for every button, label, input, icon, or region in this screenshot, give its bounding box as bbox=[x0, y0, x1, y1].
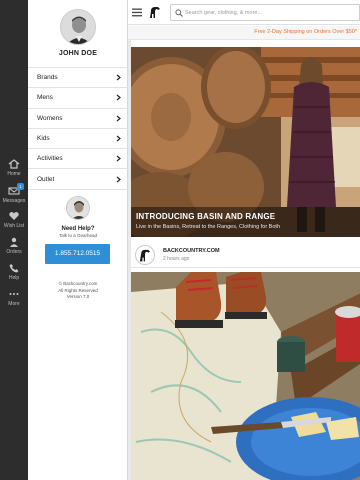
menu-item-label: Outlet bbox=[37, 175, 55, 183]
rail-item-orders[interactable]: Orders bbox=[0, 237, 28, 255]
chevron-right-icon bbox=[116, 176, 121, 183]
search-input[interactable] bbox=[185, 7, 355, 19]
top-bar bbox=[128, 0, 360, 25]
gearhead-photo-icon bbox=[67, 197, 89, 219]
home-icon bbox=[8, 159, 20, 169]
menu-item-womens[interactable]: Womens bbox=[28, 109, 128, 129]
version-text: Version 7.0 bbox=[66, 294, 90, 299]
need-help-heading: Need Help? bbox=[61, 226, 95, 232]
rail-label-more: More bbox=[8, 301, 20, 307]
menu-item-mens[interactable]: Mens bbox=[28, 88, 128, 109]
category-menu: Brands Mens Womens Kids Activities Outle… bbox=[28, 67, 128, 190]
menu-item-activities[interactable]: Activities bbox=[28, 149, 128, 170]
rail-label-help: Help bbox=[8, 275, 20, 281]
post-photo[interactable] bbox=[131, 272, 360, 480]
gearhead-avatar bbox=[66, 196, 90, 220]
goat-logo-icon[interactable] bbox=[148, 5, 162, 19]
chevron-right-icon bbox=[116, 135, 121, 142]
hero-caption: INTRODUCING BASIN AND RANGE Live in the … bbox=[131, 207, 360, 237]
messages-badge: 1 bbox=[17, 183, 24, 190]
post-author: BACKCOUNTRY.COM bbox=[163, 248, 220, 254]
menu-item-label: Brands bbox=[37, 74, 58, 82]
post-photo-image bbox=[131, 272, 360, 480]
hero-banner[interactable]: INTRODUCING BASIN AND RANGE Live in the … bbox=[131, 47, 360, 237]
heart-icon bbox=[9, 212, 19, 220]
rail-label-home: Home bbox=[7, 171, 21, 177]
main-content: Free 2-Day Shipping on Orders Over $50* bbox=[128, 0, 360, 480]
post-header[interactable]: BACKCOUNTRY.COM 2 hours ago bbox=[131, 242, 360, 268]
rail-label-orders: Orders bbox=[6, 249, 22, 255]
phone-icon bbox=[9, 264, 19, 273]
username: JOHN DOE bbox=[58, 50, 98, 57]
search-icon bbox=[175, 9, 183, 17]
post-avatar bbox=[135, 245, 155, 265]
rail-label-messages: Messages bbox=[2, 198, 26, 204]
rail-item-home[interactable]: Home bbox=[0, 159, 28, 177]
search-box[interactable] bbox=[170, 4, 360, 21]
person-icon bbox=[10, 237, 18, 247]
rail-item-wishlist[interactable]: Wish List bbox=[0, 211, 28, 229]
rail-label-wishlist: Wish List bbox=[3, 223, 25, 229]
call-phone-button[interactable]: 1.855.712.0515 bbox=[45, 244, 110, 264]
menu-item-label: Kids bbox=[37, 135, 50, 143]
user-avatar[interactable] bbox=[60, 9, 96, 45]
goat-logo-icon bbox=[139, 249, 151, 262]
chevron-right-icon bbox=[116, 74, 121, 81]
menu-item-kids[interactable]: Kids bbox=[28, 129, 128, 150]
hero-title: INTRODUCING BASIN AND RANGE bbox=[136, 212, 276, 221]
app-rail: Home 1 Messages Wish List Orders Help Mo… bbox=[0, 0, 28, 480]
hamburger-menu-icon[interactable] bbox=[132, 8, 142, 17]
rail-item-help[interactable]: Help bbox=[0, 263, 28, 281]
talk-to-gearhead: Talk to a Gearhead bbox=[58, 233, 98, 238]
post-time: 2 hours ago bbox=[163, 256, 190, 262]
rail-item-more[interactable]: More bbox=[0, 289, 28, 307]
menu-item-label: Womens bbox=[37, 114, 63, 122]
user-photo-icon bbox=[61, 10, 95, 44]
menu-item-brands[interactable]: Brands bbox=[28, 68, 128, 89]
legal-info: © Backcountry.com All Rights Reserved Ve… bbox=[28, 281, 128, 301]
rail-item-messages[interactable]: 1 Messages bbox=[0, 183, 28, 204]
side-menu: JOHN DOE Brands Mens Womens Kids Activit… bbox=[28, 0, 128, 480]
hero-subtitle: Live in the Basins, Retreat to the Range… bbox=[136, 224, 280, 230]
promo-text: Free 2-Day Shipping on Orders Over $50* bbox=[254, 29, 357, 35]
menu-item-outlet[interactable]: Outlet bbox=[28, 169, 128, 190]
menu-item-label: Mens bbox=[37, 94, 53, 102]
more-icon bbox=[9, 293, 19, 295]
chevron-right-icon bbox=[116, 115, 121, 122]
menu-item-label: Activities bbox=[37, 155, 63, 163]
promo-banner[interactable]: Free 2-Day Shipping on Orders Over $50* bbox=[128, 26, 360, 40]
chevron-right-icon bbox=[116, 155, 121, 162]
chevron-right-icon bbox=[116, 94, 121, 101]
